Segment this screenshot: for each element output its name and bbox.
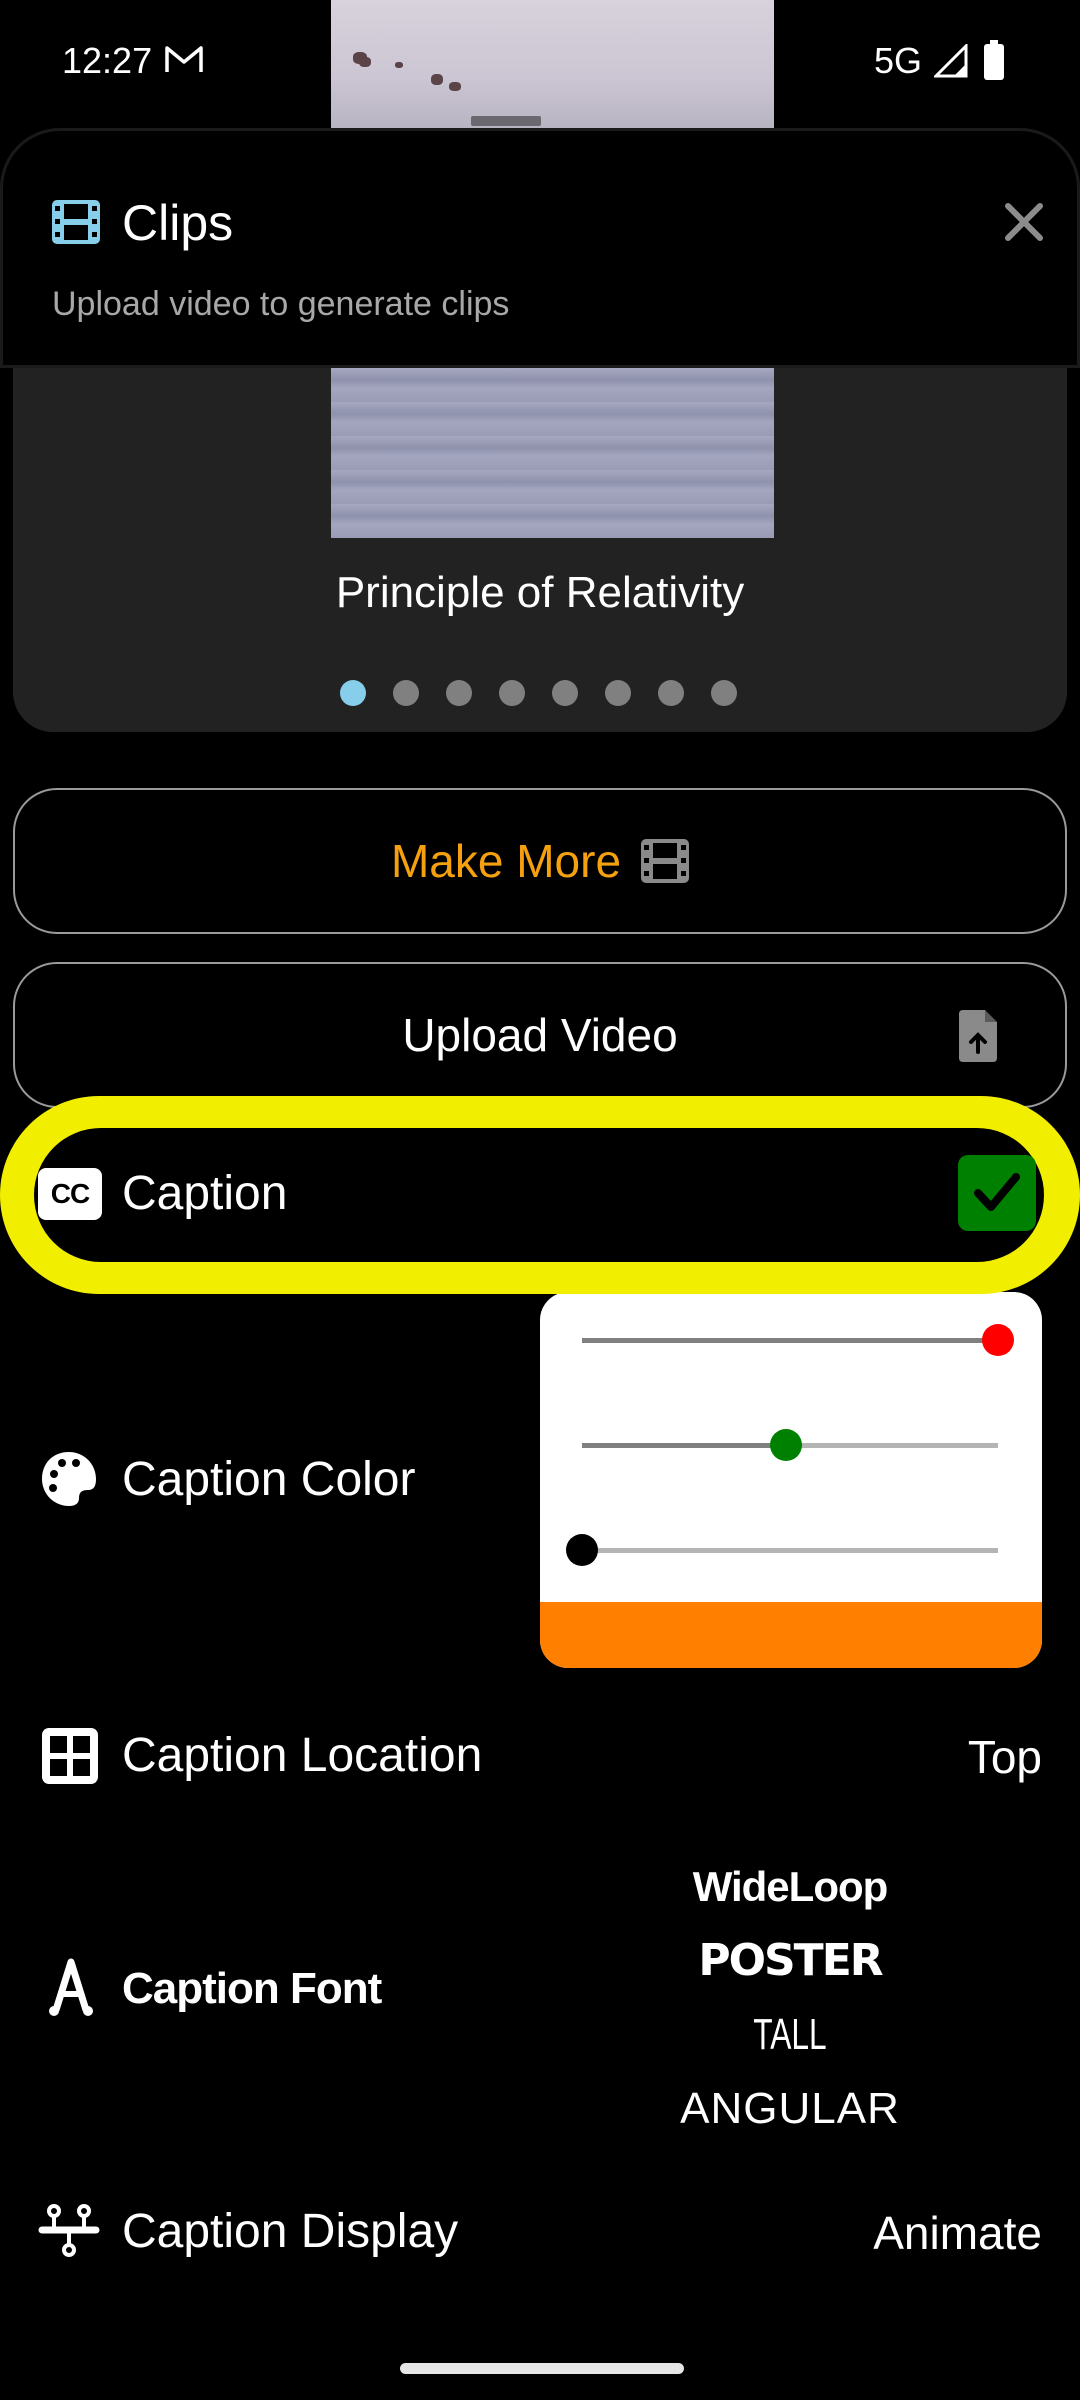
red-slider[interactable] bbox=[582, 1324, 1014, 1356]
red-slider-track-filled bbox=[582, 1338, 998, 1343]
caption-display-label: Caption Display bbox=[122, 2205, 459, 2258]
palette-icon bbox=[42, 1452, 96, 1506]
color-preview-swatch bbox=[540, 1602, 1042, 1668]
network-type: 5G bbox=[874, 40, 923, 81]
blue-slider-thumb[interactable] bbox=[566, 1534, 598, 1566]
sheet-title: Clips bbox=[122, 195, 234, 251]
caption-location-label: Caption Location bbox=[122, 1729, 483, 1782]
font-option-tall-text: TALL bbox=[753, 2010, 827, 2059]
file-upload-icon bbox=[959, 1010, 997, 1062]
clip-title: Principle of Relativity bbox=[335, 568, 745, 617]
carousel-dot[interactable] bbox=[340, 680, 366, 706]
caption-location-value[interactable]: Top bbox=[800, 1730, 1042, 1784]
make-more-button[interactable]: Make More bbox=[13, 788, 1067, 934]
blue-slider-track bbox=[582, 1548, 998, 1553]
gmail-icon bbox=[165, 46, 203, 72]
caption-font-label: Caption Font bbox=[122, 1964, 382, 2013]
carousel-dot[interactable] bbox=[499, 680, 525, 706]
carousel-page-indicator[interactable] bbox=[340, 680, 740, 708]
film-icon bbox=[52, 200, 100, 244]
home-indicator[interactable] bbox=[400, 2363, 684, 2374]
green-slider-thumb[interactable] bbox=[769, 1429, 802, 1461]
font-icon bbox=[49, 1958, 93, 2016]
green-slider-track bbox=[785, 1443, 998, 1448]
green-slider[interactable] bbox=[582, 1429, 998, 1461]
display-mode-icon bbox=[38, 2204, 100, 2257]
red-slider-thumb[interactable] bbox=[982, 1324, 1014, 1356]
color-picker bbox=[540, 1292, 1042, 1668]
make-more-label: Make More bbox=[390, 835, 622, 887]
font-option-angular[interactable]: ANGULAR bbox=[640, 2072, 940, 2146]
carousel-dot[interactable] bbox=[711, 680, 737, 706]
video-preview-top bbox=[331, 0, 774, 128]
font-option-poster[interactable]: POSTER bbox=[640, 1924, 940, 1998]
green-slider-track-filled bbox=[582, 1443, 786, 1448]
upload-video-button[interactable]: Upload Video bbox=[13, 962, 1067, 1108]
font-options-list[interactable]: WideLoop POSTER TALL ANGULAR bbox=[640, 1850, 940, 2146]
font-option-tall[interactable]: TALL bbox=[640, 1998, 940, 2072]
font-option-wideloop[interactable]: WideLoop bbox=[640, 1850, 940, 1924]
film-icon bbox=[641, 839, 690, 883]
closed-captions-icon: CC bbox=[38, 1168, 102, 1220]
carousel-dot[interactable] bbox=[393, 680, 419, 706]
carousel-dot[interactable] bbox=[605, 680, 631, 706]
caption-color-label: Caption Color bbox=[122, 1453, 416, 1506]
signal-icon bbox=[934, 44, 968, 78]
carousel-dot[interactable] bbox=[446, 680, 472, 706]
upload-video-label: Upload Video bbox=[402, 1009, 678, 1061]
grid-icon bbox=[42, 1728, 98, 1784]
blue-slider[interactable] bbox=[566, 1534, 998, 1566]
caption-display-value[interactable]: Animate bbox=[760, 2206, 1042, 2260]
close-icon[interactable] bbox=[1000, 198, 1048, 246]
clip-thumbnail[interactable] bbox=[331, 368, 774, 538]
carousel-dot[interactable] bbox=[658, 680, 684, 706]
battery-icon bbox=[984, 40, 1004, 80]
caption-checkbox[interactable] bbox=[958, 1155, 1036, 1231]
sheet-subtitle: Upload video to generate clips bbox=[52, 285, 510, 323]
carousel-dot[interactable] bbox=[552, 680, 578, 706]
caption-label: Caption bbox=[122, 1167, 288, 1220]
status-time: 12:27 bbox=[62, 40, 153, 81]
